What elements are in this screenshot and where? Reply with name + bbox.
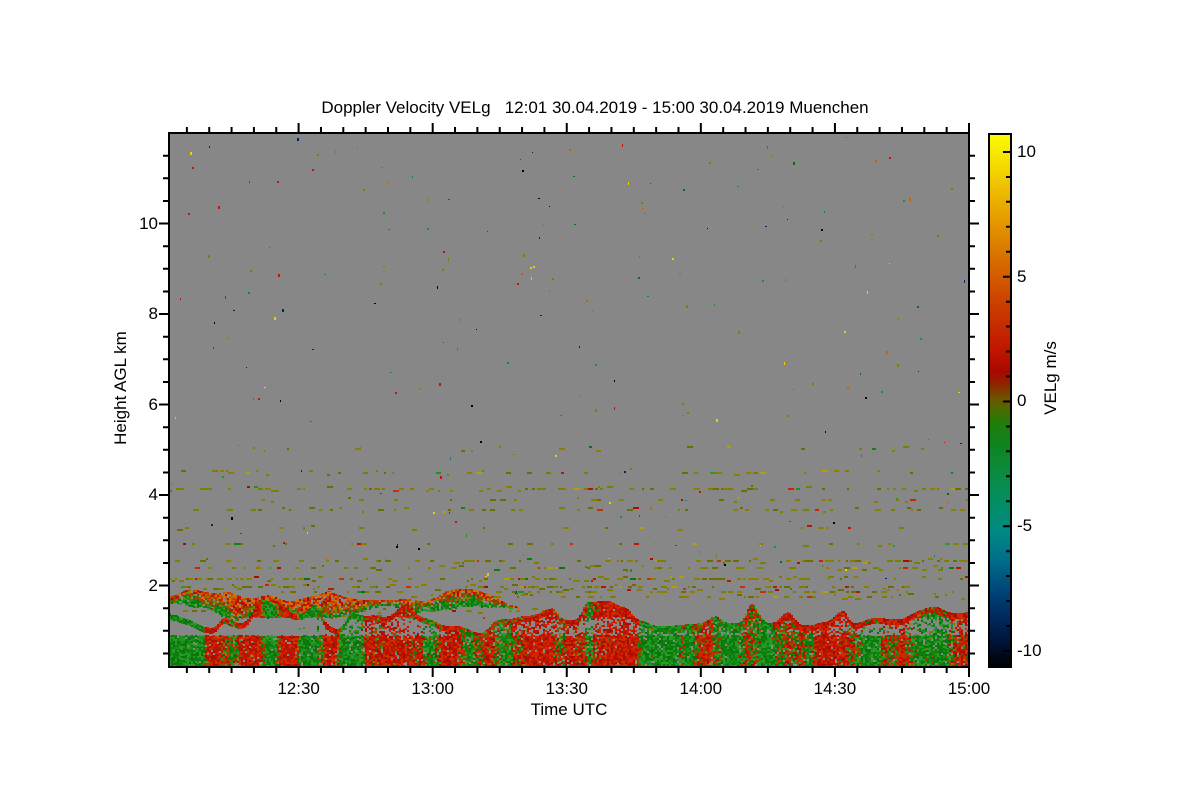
x-axis-label: Time UTC (469, 700, 669, 720)
x-tick-label: 13:30 (527, 679, 607, 699)
x-tick-label: 12:30 (259, 679, 339, 699)
y-tick-label: 10 (98, 214, 158, 234)
y-axis-label: Height AGL km (111, 331, 131, 445)
colorbar-tick-label: -10 (1017, 641, 1067, 661)
colorbar-tick-label: 5 (1017, 267, 1067, 287)
y-tick-label: 4 (98, 485, 158, 505)
x-tick-label: 14:00 (661, 679, 741, 699)
x-tick-label: 13:00 (393, 679, 473, 699)
x-tick-label: 14:30 (795, 679, 875, 699)
doppler-velocity-chart: Doppler Velocity VELg 12:01 30.04.2019 -… (0, 0, 1200, 800)
colorbar-label: VELg m/s (1041, 341, 1061, 415)
colorbar-tick-label: 10 (1017, 142, 1067, 162)
y-tick-label: 2 (98, 576, 158, 596)
y-tick-label: 8 (98, 304, 158, 324)
x-tick-label: 15:00 (929, 679, 1009, 699)
colorbar-tick-label: -5 (1017, 516, 1067, 536)
